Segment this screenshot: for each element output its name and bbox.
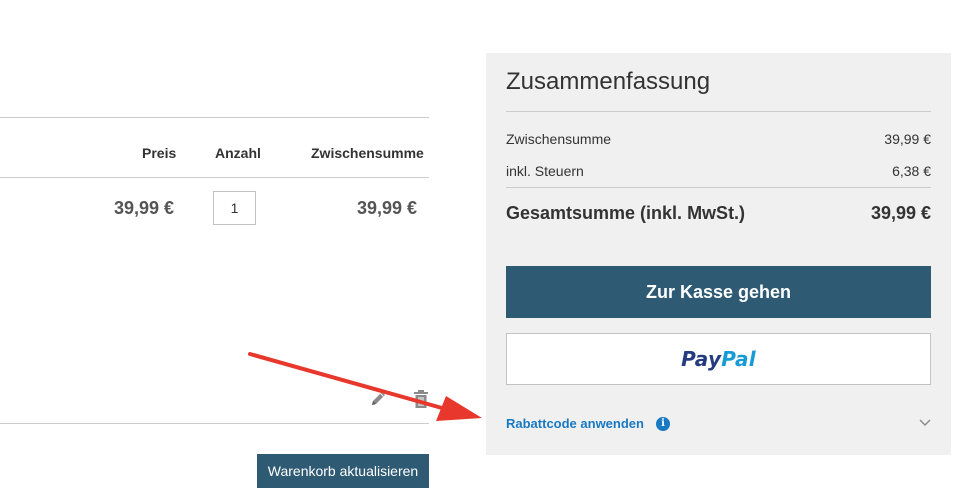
summary-divider xyxy=(506,111,931,112)
checkout-button[interactable]: Zur Kasse gehen xyxy=(506,266,931,318)
subtotal-label: Zwischensumme xyxy=(506,131,612,147)
tax-value: 6,38 € xyxy=(892,163,931,179)
totals-divider xyxy=(506,187,931,188)
pencil-icon[interactable] xyxy=(369,388,389,410)
coupon-label: Rabattcode anwenden xyxy=(506,416,644,431)
tax-label: inkl. Steuern xyxy=(506,163,584,179)
paypal-logo-pal: Pal xyxy=(721,347,756,371)
summary-title: Zusammenfassung xyxy=(506,68,711,95)
order-summary-panel: Zusammenfassung Zwischensumme 39,99 € in… xyxy=(486,53,951,455)
table-bottom-divider xyxy=(0,423,429,424)
column-header-qty: Anzahl xyxy=(215,145,261,161)
table-header-divider xyxy=(0,177,429,178)
quantity-input[interactable] xyxy=(213,191,256,225)
column-header-price: Preis xyxy=(142,145,177,161)
column-header-subtotal: Zwischensumme xyxy=(311,145,424,161)
coupon-toggle[interactable]: Rabattcode anwenden i xyxy=(506,413,931,435)
subtotal-value: 39,99 € xyxy=(884,131,931,147)
info-icon: i xyxy=(656,417,670,431)
paypal-logo-pay: Pay xyxy=(681,347,722,371)
trash-icon[interactable] xyxy=(411,388,431,410)
update-cart-button[interactable]: Warenkorb aktualisieren xyxy=(257,454,429,488)
table-top-divider xyxy=(0,117,429,118)
grand-total-value: 39,99 € xyxy=(870,203,931,223)
chevron-down-icon xyxy=(919,419,931,426)
paypal-button[interactable]: PayPal xyxy=(506,333,931,385)
item-price: 39,99 € xyxy=(114,198,175,218)
grand-total-label: Gesamtsumme (inkl. MwSt.) xyxy=(506,203,746,223)
item-subtotal: 39,99 € xyxy=(357,198,418,218)
